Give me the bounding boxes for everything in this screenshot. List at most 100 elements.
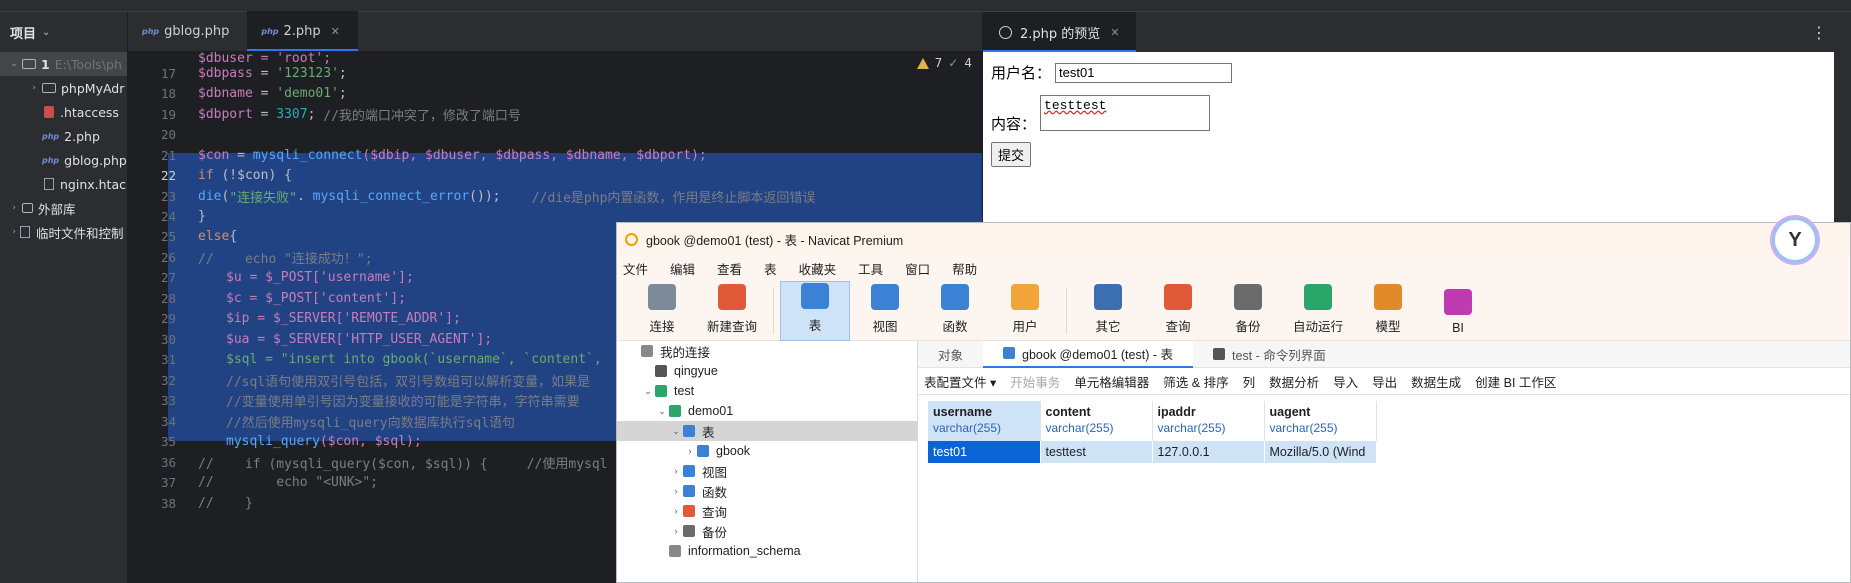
expand-arrow-icon[interactable]: › [669, 486, 683, 496]
tab-objects[interactable]: 对象 [918, 341, 983, 368]
toolbar-button-6[interactable]: 其它 [1073, 281, 1143, 341]
project-header[interactable]: 项目 ⌄ [0, 12, 127, 52]
menu-help[interactable]: 帮助 [952, 259, 977, 278]
toolbar-label: 用户 [1012, 320, 1038, 334]
tree-item-file[interactable]: .htaccess [0, 100, 127, 124]
tree-item-5[interactable]: › gbook [617, 441, 917, 461]
expand-arrow-icon[interactable]: ⌄ [669, 426, 683, 437]
expand-arrow-icon[interactable]: › [669, 466, 683, 476]
preview-form: 用户名： 内容： testtest 提交 [983, 52, 1851, 177]
table-tool-3[interactable]: 筛选 & 排序 [1163, 372, 1228, 391]
toolbar-label: 自动运行 [1292, 320, 1343, 334]
app-badge-icon[interactable]: Y [1772, 217, 1818, 263]
table-tool-4[interactable]: 列 [1243, 372, 1256, 391]
tab-2php[interactable]: php 2.php ✕ [247, 11, 358, 51]
toolbar-button-2[interactable]: 表 [780, 281, 850, 341]
table-tool-8[interactable]: 数据生成 [1411, 372, 1461, 391]
tree-item-external-libs[interactable]: › 外部库 [0, 196, 127, 220]
menu-tools[interactable]: 工具 [858, 259, 883, 278]
tree-item-folder[interactable]: › phpMyAdr [0, 76, 127, 100]
toolbar-button-9[interactable]: 自动运行 [1283, 281, 1353, 341]
column-header-uagent[interactable]: uagent varchar(255) [1264, 401, 1377, 441]
tree-item-6[interactable]: › 视图 [617, 461, 917, 481]
tree-item-label: gblog.php [64, 152, 127, 168]
toolbar-button-7[interactable]: 查询 [1143, 281, 1213, 341]
toolbar-button-8[interactable]: 备份 [1213, 281, 1283, 341]
content-label: 内容： [991, 116, 1037, 133]
expand-arrow-icon[interactable]: ⌄ [641, 386, 655, 397]
tree-item-9[interactable]: › 备份 [617, 521, 917, 541]
menu-view[interactable]: 查看 [717, 259, 742, 278]
tree-item-file[interactable]: php gblog.php [0, 148, 127, 172]
data-grid: username varchar(255) content varchar(255)… [928, 401, 1377, 463]
submit-button[interactable]: 提交 [991, 142, 1032, 167]
tree-item-10[interactable]: information_schema [617, 541, 917, 561]
library-icon [22, 203, 33, 213]
tab-gbook-table[interactable]: gbook @demo01 (test) - 表 [983, 340, 1193, 368]
content-textarea[interactable]: testtest [1040, 94, 1211, 131]
toolbar-button-0[interactable]: 连接 [627, 281, 697, 341]
text-file-icon [44, 178, 54, 190]
chevron-right-icon: › [12, 227, 16, 237]
column-header-ipaddr[interactable]: ipaddr varchar(255) [1152, 401, 1265, 441]
column-header-username[interactable]: username varchar(255) [928, 401, 1041, 441]
tree-item-0[interactable]: 我的连接 [617, 341, 917, 361]
table-tool-0[interactable]: 表配置文件 ▾ [924, 372, 996, 391]
toolbar-button-4[interactable]: 函数 [920, 281, 990, 341]
toolbar-button-5[interactable]: 用户 [990, 281, 1060, 341]
tree-item-7[interactable]: › 函数 [617, 481, 917, 501]
node-icon [655, 385, 667, 397]
toolbar-button-10[interactable]: 模型 [1353, 281, 1423, 341]
table-cell[interactable]: test01 [928, 441, 1041, 463]
table-cell[interactable]: testtest [1040, 441, 1153, 463]
tree-item-label: information_schema [688, 544, 801, 558]
table-cell[interactable]: 127.0.0.1 [1152, 441, 1265, 463]
expand-arrow-icon[interactable]: › [669, 526, 683, 536]
menu-file[interactable]: 文件 [623, 259, 648, 278]
code-comment: //我的端口冲突了，修改了端口号 [323, 108, 521, 124]
tab-gblog[interactable]: php gblog.php [128, 11, 247, 51]
table-tool-7[interactable]: 导出 [1372, 372, 1397, 391]
tab-label: gbook @demo01 (test) - 表 [1022, 347, 1173, 362]
tab-console[interactable]: test - 命令列界面 [1193, 341, 1346, 368]
tree-item-3[interactable]: ⌄ demo01 [617, 401, 917, 421]
chevron-down-icon: ⌄ [42, 26, 51, 38]
menu-edit[interactable]: 编辑 [670, 259, 695, 278]
tab-preview[interactable]: 2.php 的预览 ✕ [983, 12, 1136, 52]
tree-item-1[interactable]: qingyue [617, 361, 917, 381]
table-cell[interactable]: Mozilla/5.0 (Wind [1264, 441, 1377, 463]
tab-label: test - 命令列界面 [1231, 348, 1326, 363]
tree-item-file[interactable]: nginx.htac [0, 172, 127, 196]
table-tool-6[interactable]: 导入 [1333, 372, 1358, 391]
close-icon[interactable]: ✕ [1110, 26, 1119, 39]
menu-table[interactable]: 表 [764, 259, 777, 278]
tree-item-label: nginx.htac [60, 176, 126, 192]
toolbar-button-3[interactable]: 视图 [850, 281, 920, 341]
table-tool-9[interactable]: 创建 BI 工作区 [1475, 372, 1556, 391]
tree-item-scratches[interactable]: › 临时文件和控制 [0, 220, 127, 244]
chevron-right-icon: › [12, 203, 16, 213]
table-row[interactable]: test01 testtest 127.0.0.1 Mozilla/5.0 (W… [928, 441, 1377, 463]
close-icon[interactable]: ✕ [331, 25, 340, 38]
table-tool-5[interactable]: 数据分析 [1269, 372, 1319, 391]
navicat-titlebar[interactable]: gbook @demo01 (test) - 表 - Navicat Premi… [617, 217, 1850, 263]
username-input[interactable] [1055, 62, 1233, 83]
table-tool-1[interactable]: 开始事务 [1010, 372, 1060, 391]
expand-arrow-icon[interactable]: › [683, 446, 697, 456]
menu-favorites[interactable]: 收藏夹 [799, 259, 837, 278]
tree-root[interactable]: ⌄ 1 E:\Tools\ph [0, 52, 127, 76]
toolbar-button-11[interactable]: BI [1423, 281, 1493, 341]
code-comment: //die是php内置函数，作用是终止脚本返回错误 [531, 190, 816, 206]
expand-arrow-icon[interactable]: ⌄ [655, 406, 669, 417]
tree-item-label: 我的连接 [660, 345, 711, 360]
tree-item-4[interactable]: ⌄ 表 [617, 421, 917, 441]
tree-item-file[interactable]: php 2.php [0, 124, 127, 148]
menu-window[interactable]: 窗口 [905, 259, 930, 278]
expand-arrow-icon[interactable]: › [669, 506, 683, 516]
column-header-content[interactable]: content varchar(255) [1040, 401, 1153, 441]
tree-item-8[interactable]: › 查询 [617, 501, 917, 521]
more-options-icon[interactable]: ⋮ [1811, 23, 1827, 42]
toolbar-button-1[interactable]: 新建查询 [697, 281, 767, 341]
table-tool-2[interactable]: 单元格编辑器 [1074, 372, 1149, 391]
tree-item-2[interactable]: ⌄ test [617, 381, 917, 401]
